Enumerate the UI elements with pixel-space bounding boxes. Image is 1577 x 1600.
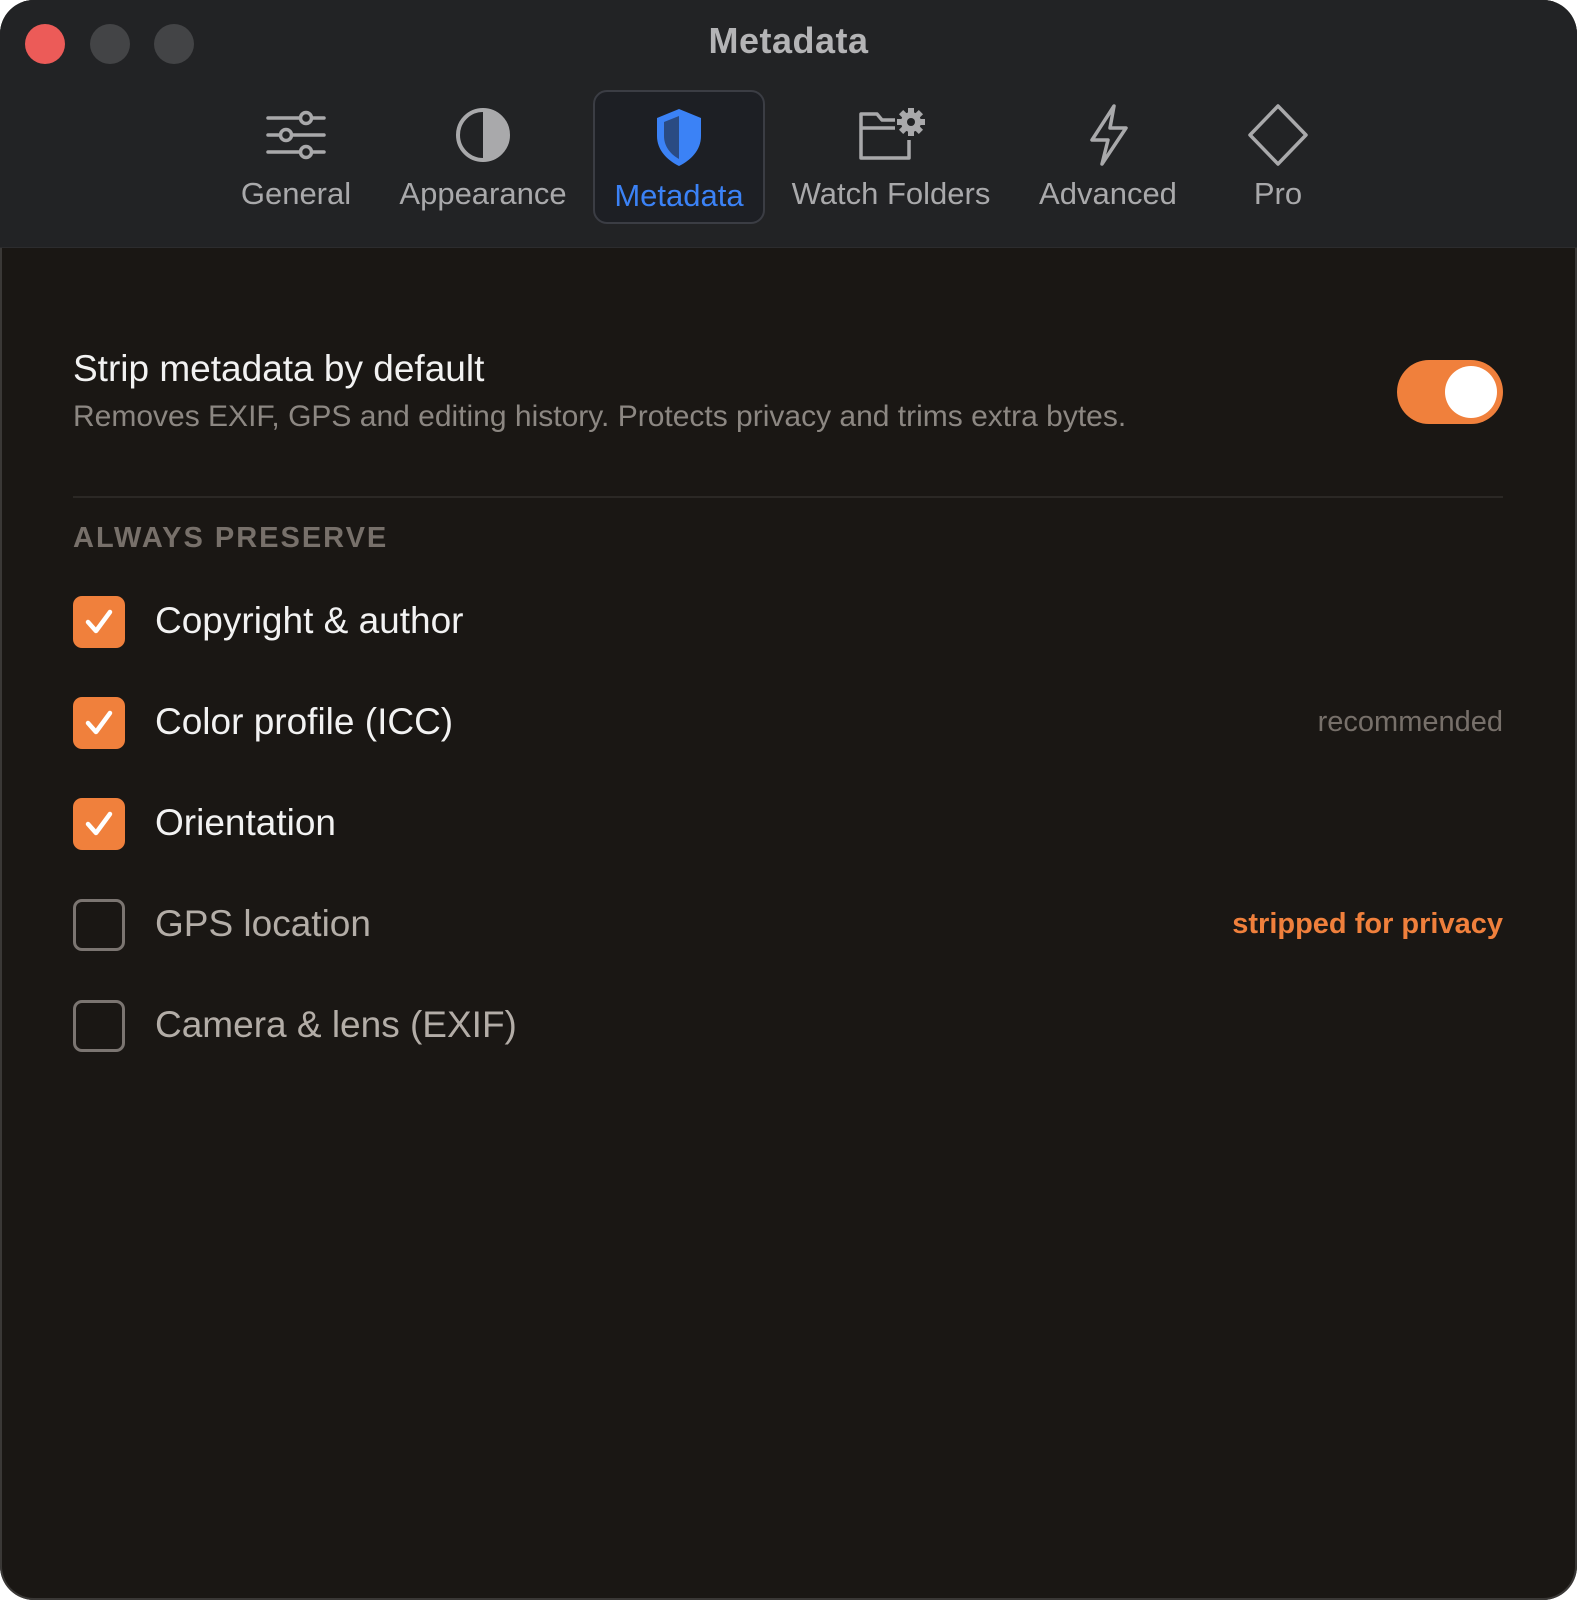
orientation-label: Orientation (155, 802, 336, 843)
gps-checkbox[interactable] (73, 899, 125, 951)
orientation-checkbox[interactable] (73, 798, 125, 850)
preserve-option-gps[interactable]: GPS location stripped for privacy (73, 898, 1503, 952)
tab-pro[interactable]: Pro (1220, 90, 1336, 224)
strip-metadata-title: Strip metadata by default (73, 348, 485, 389)
color-profile-checkbox[interactable] (73, 697, 125, 749)
tab-metadata[interactable]: Metadata (593, 90, 765, 224)
folder-gear-icon (859, 108, 925, 160)
tab-watch-folders-label: Watch Folders (791, 176, 991, 211)
sliders-icon (266, 110, 326, 160)
strip-metadata-toggle[interactable] (1397, 360, 1503, 424)
metadata-settings-panel: Strip metadata by default Removes EXIF, … (0, 248, 1577, 1600)
tab-watch-folders[interactable]: Watch Folders (782, 90, 1000, 224)
tab-general-label: General (240, 176, 352, 211)
preserve-option-copyright[interactable]: Copyright & author (73, 595, 1503, 649)
color-profile-label: Color profile (ICC) (155, 701, 454, 742)
stripped-for-privacy-note: stripped for privacy (1232, 908, 1503, 940)
camera-lens-checkbox[interactable] (73, 1000, 125, 1052)
copyright-label: Copyright & author (155, 600, 464, 641)
window-title: Metadata (708, 20, 869, 61)
preserve-option-color-profile[interactable]: Color profile (ICC) recommended (73, 696, 1503, 750)
preferences-window: Metadata General Appearance Metadata Wat… (0, 0, 1577, 1600)
tab-appearance-label: Appearance (399, 176, 567, 211)
preserve-option-camera-lens[interactable]: Camera & lens (EXIF) (73, 999, 1503, 1053)
checkmark-icon (85, 710, 113, 735)
tab-appearance[interactable]: Appearance (390, 90, 576, 224)
strip-metadata-description: Removes EXIF, GPS and editing history. P… (73, 400, 1127, 433)
recommended-note: recommended (1317, 706, 1503, 738)
gps-label: GPS location (155, 903, 371, 944)
preserve-option-orientation[interactable]: Orientation (73, 797, 1503, 851)
toggle-knob (1445, 366, 1497, 418)
tab-advanced-label: Advanced (1039, 176, 1177, 211)
bolt-icon (1090, 104, 1128, 166)
checkmark-icon (85, 609, 113, 634)
always-preserve-heading: ALWAYS PRESERVE (73, 522, 389, 554)
diamond-icon (1248, 104, 1308, 166)
copyright-checkbox[interactable] (73, 596, 125, 648)
tab-metadata-label: Metadata (614, 178, 744, 213)
half-circle-icon (456, 108, 510, 162)
tab-general[interactable]: General (228, 90, 364, 224)
camera-lens-label: Camera & lens (EXIF) (155, 1004, 517, 1045)
checkmark-icon (85, 811, 113, 836)
tab-advanced[interactable]: Advanced (1030, 90, 1186, 224)
tab-pro-label: Pro (1253, 176, 1303, 211)
divider (73, 496, 1503, 498)
shield-icon (657, 109, 701, 166)
toolbar: Metadata General Appearance Metadata Wat… (0, 0, 1577, 248)
